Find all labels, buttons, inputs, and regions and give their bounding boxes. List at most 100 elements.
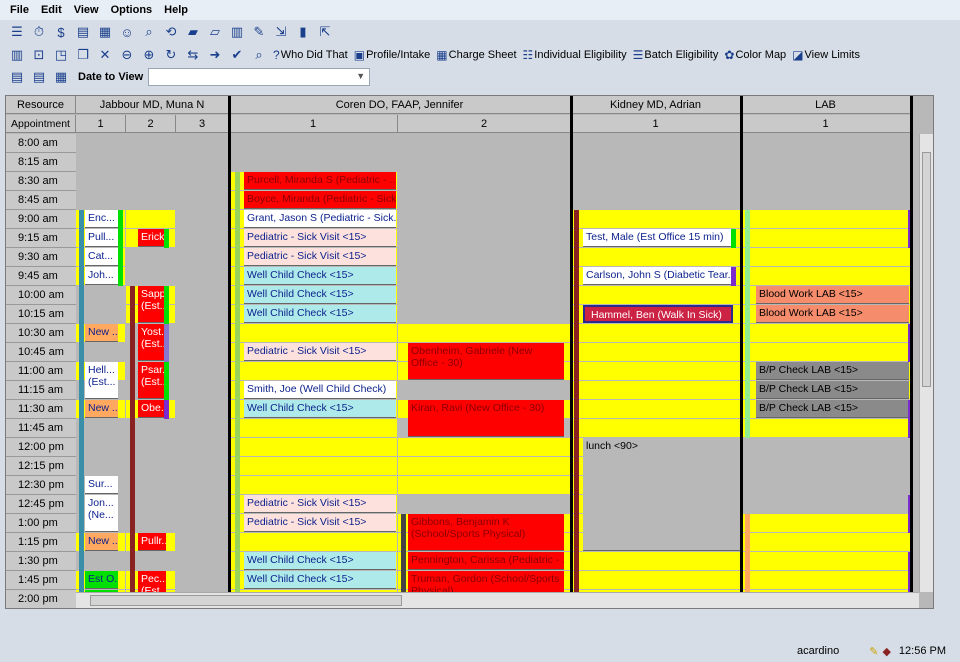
appointment-block[interactable]: Pediatric - Sick Visit <15> [244,229,396,247]
time-slot[interactable] [126,153,175,171]
time-slot[interactable] [398,267,570,285]
time-slot[interactable] [176,267,228,285]
time-slot[interactable] [741,552,910,570]
time-slot[interactable] [741,248,910,266]
time-slot[interactable] [571,362,740,380]
appointment-block[interactable]: Hammel, Ben (Walk In Sick) [583,305,733,323]
menu-file[interactable]: File [4,4,35,16]
time-slot[interactable] [741,153,910,171]
appointment-column-header[interactable]: 1 [741,115,911,133]
time-slot[interactable] [398,191,570,209]
time-slot[interactable] [571,571,740,589]
resource-header[interactable]: Jabbour MD, Muna N [76,96,229,114]
time-slot[interactable] [741,514,910,532]
time-slot[interactable] [571,343,740,361]
time-slot[interactable] [229,457,397,475]
appointment-block[interactable]: New ... [85,400,118,418]
time-slot[interactable] [741,267,910,285]
chart-icon[interactable]: ▮ [292,22,314,42]
time-slot[interactable] [176,571,228,589]
appointment-block[interactable]: Yost... (Est... [138,324,166,361]
appointment-column-header[interactable]: 2 [398,115,571,133]
calculator-icon[interactable]: ▦ [94,22,116,42]
time-slot[interactable] [229,324,397,342]
new-window-icon[interactable]: ◳ [50,45,72,65]
time-slot[interactable] [571,400,740,418]
time-slot[interactable] [126,191,175,209]
time-slot[interactable] [741,438,910,456]
appointment-block[interactable]: Boyce, Miranda (Pediatric - Sick... [244,191,396,209]
menu-options[interactable]: Options [105,4,159,16]
chevron-down-icon[interactable]: ▼ [356,71,365,81]
appointment-block[interactable]: Grant, Jason S (Pediatric - Sick... [244,210,396,228]
wrench-icon[interactable]: ✎ [248,22,270,42]
appointment-block[interactable]: B/P Check LAB <15> [756,381,909,399]
appointment-column-header[interactable]: 3 [176,115,229,133]
appointment-block[interactable]: Pull... [85,229,118,247]
forward-arrow-icon[interactable]: ➜ [204,45,226,65]
time-slot[interactable] [176,438,228,456]
time-slot[interactable] [76,191,125,209]
appointment-block[interactable]: Enc... [85,210,118,228]
open-folder-icon[interactable]: ▱ [204,22,226,42]
date-to-view-select[interactable]: ▼ [148,68,371,86]
scrollbar-thumb[interactable] [90,595,402,606]
time-slot[interactable] [398,305,570,323]
time-slot[interactable] [571,286,740,304]
time-slot[interactable] [229,533,397,551]
resource-header[interactable]: Kidney MD, Adrian [571,96,741,114]
time-slot[interactable] [176,400,228,418]
time-slot[interactable] [571,191,740,209]
appointment-block[interactable]: Obenheim, Gabriele (New Office - 30) [408,343,564,380]
appointment-block[interactable]: Carlson, John S (Diabetic Tear... [583,267,733,285]
time-slot[interactable] [176,533,228,551]
layout-icon[interactable]: ⊡ [28,45,50,65]
time-slot[interactable] [741,229,910,247]
time-slot[interactable] [176,419,228,437]
time-slot[interactable] [176,514,228,532]
appointment-block[interactable]: New ... [85,533,118,551]
appointment-block[interactable]: Well Child Check <15> [244,400,396,418]
columns-icon[interactable]: ▥ [6,45,28,65]
note-icon[interactable]: ▥ [226,22,248,42]
time-slot[interactable] [229,153,397,171]
time-slot[interactable] [176,343,228,361]
time-slot[interactable] [741,210,910,228]
transfer-icon[interactable]: ⇆ [182,45,204,65]
time-slot[interactable] [176,210,228,228]
notes-icon[interactable]: ✎ [869,645,878,658]
time-slot[interactable] [398,153,570,171]
time-slot[interactable] [741,457,910,475]
time-slot[interactable] [741,419,910,437]
appointment-block[interactable]: Gibbons, Benjamin K (School/Sports Physi… [408,514,564,551]
time-slot[interactable] [571,210,740,228]
appointment-block[interactable]: New ... [85,324,118,342]
time-slot[interactable] [398,438,570,456]
charge-sheet-button[interactable]: ▦ Charge Sheet [433,45,519,65]
appointment-block[interactable]: Well Child Check <15> [244,571,396,589]
zoom-out-icon[interactable]: ⊖ [116,45,138,65]
time-slot[interactable] [126,267,175,285]
time-slot[interactable] [176,248,228,266]
resource-header[interactable]: LAB [741,96,911,114]
invoice-icon[interactable]: ▤ [72,22,94,42]
time-slot[interactable] [176,172,228,190]
time-slot[interactable] [229,476,397,494]
time-slot[interactable] [741,476,910,494]
time-slot[interactable] [741,172,910,190]
time-slot[interactable] [398,381,570,399]
export-icon[interactable]: ⇱ [314,22,336,42]
appointment-column-header[interactable]: 1 [571,115,741,133]
appointment-block[interactable]: B/P Check LAB <15> [756,362,909,380]
appointment-block[interactable]: Erick... [138,229,166,247]
time-slot[interactable] [741,533,910,551]
time-slot[interactable] [571,172,740,190]
folder-arrow-icon[interactable]: ▰ [182,22,204,42]
individual-eligibility-button[interactable]: ☷ Individual Eligibility [520,45,630,65]
time-slot[interactable] [229,419,397,437]
time-slot[interactable] [229,134,397,152]
appointment-block[interactable]: Test, Male (Est Office 15 min) [583,229,733,247]
time-slot[interactable] [76,172,125,190]
time-slot[interactable] [176,362,228,380]
time-slot[interactable] [176,286,228,304]
